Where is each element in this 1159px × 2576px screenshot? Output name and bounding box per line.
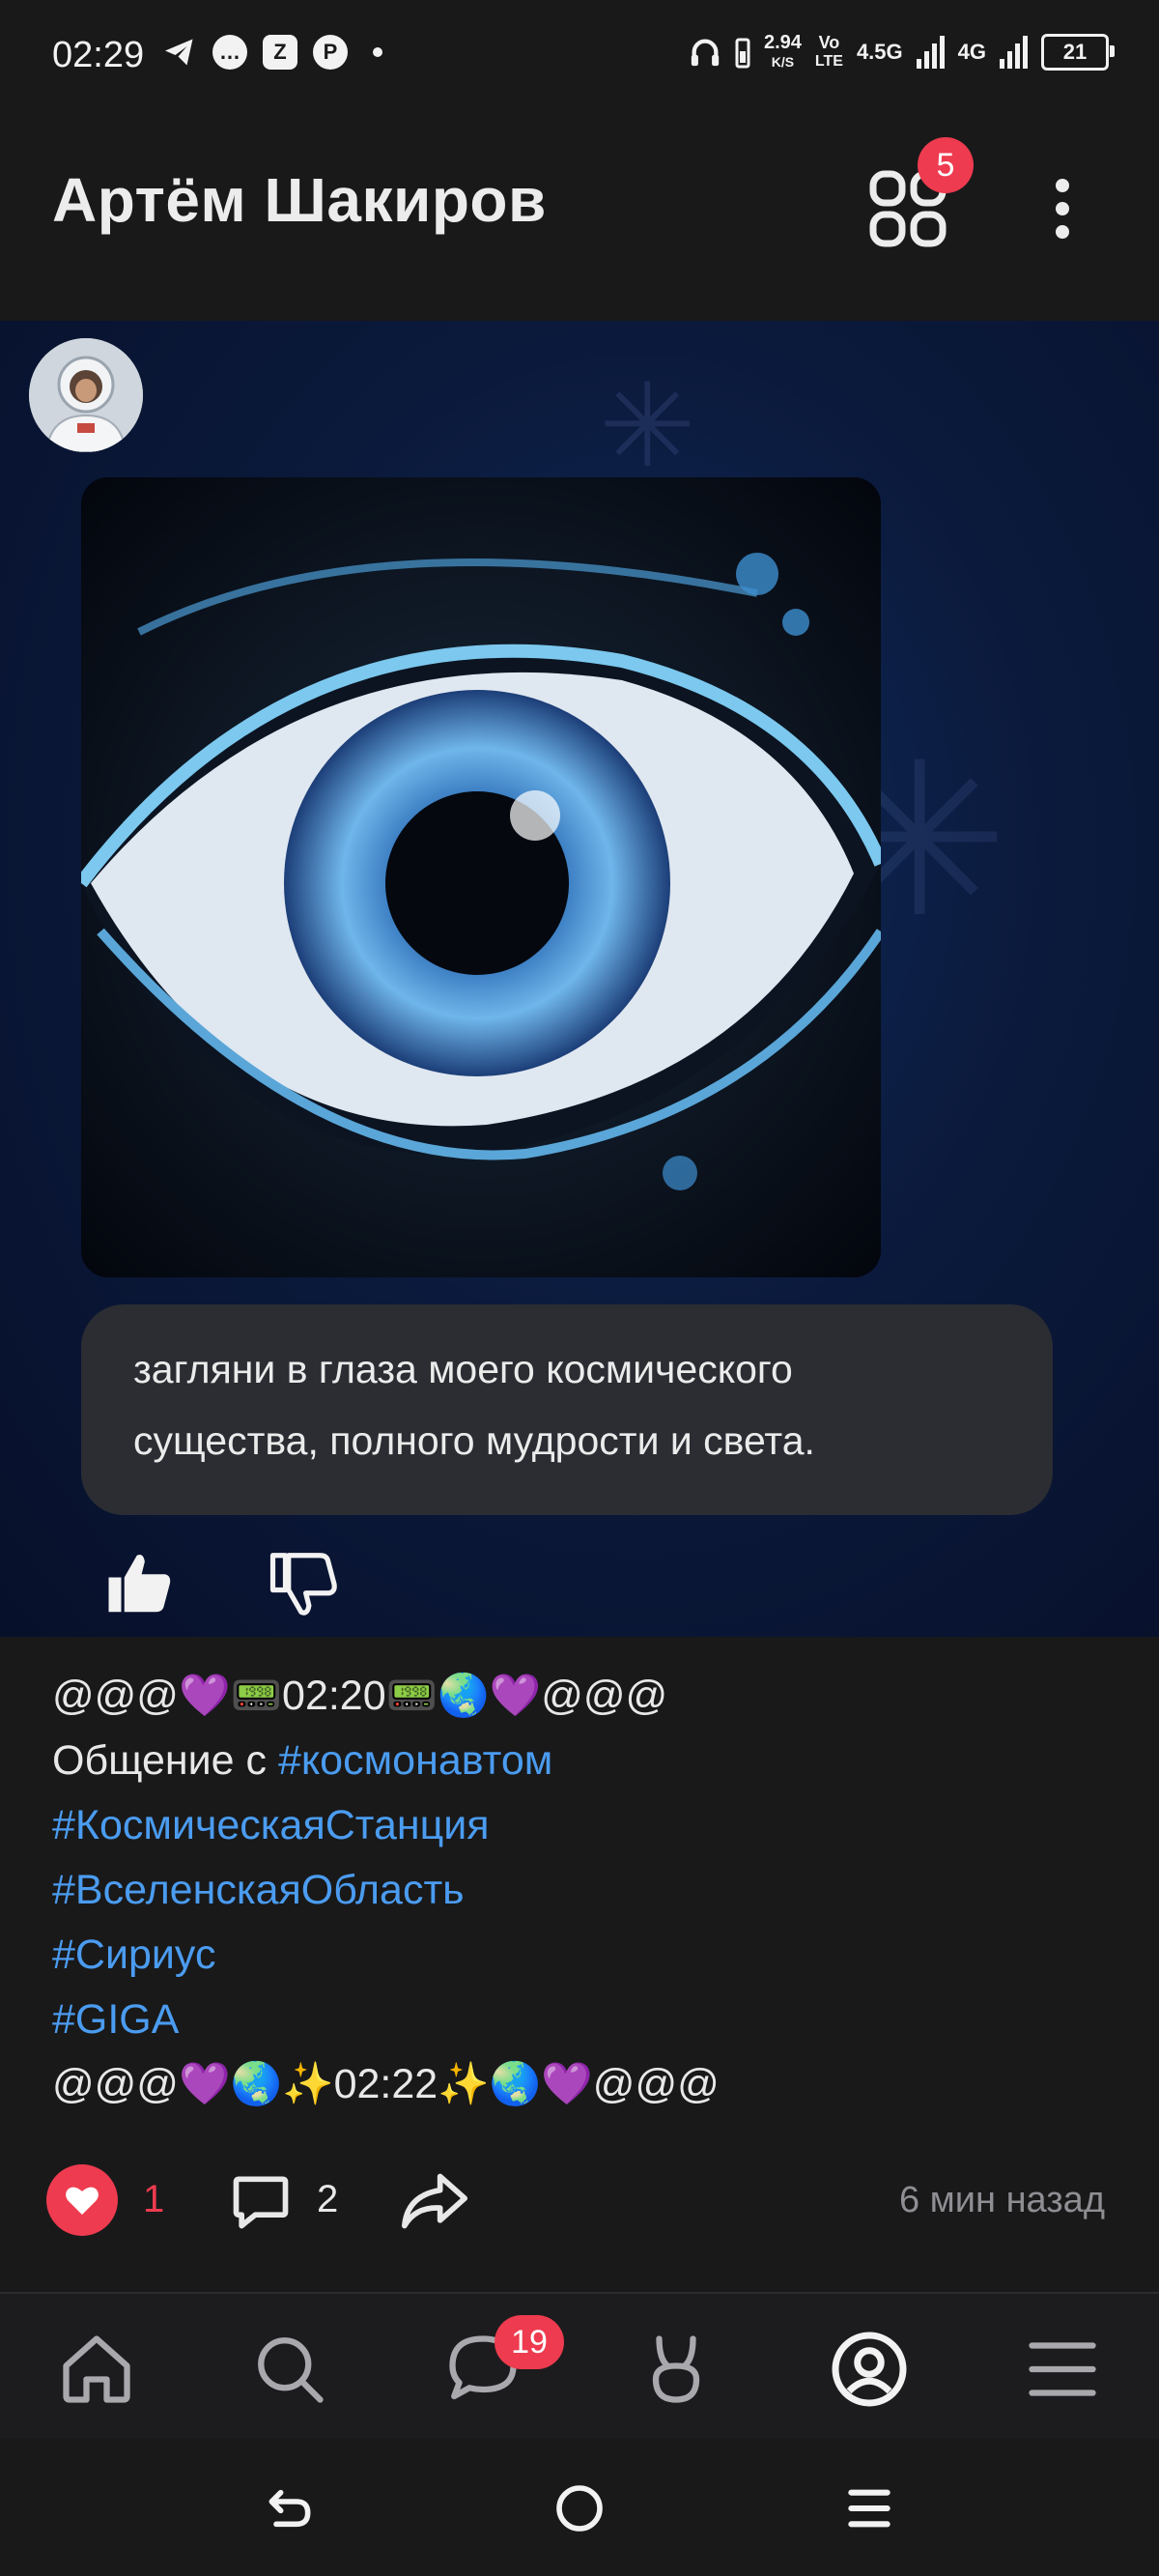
messages-badge: 19: [495, 2315, 564, 2369]
menu-icon[interactable]: [1022, 2329, 1103, 2410]
hashtag-link[interactable]: #КосмическаяСтанция: [52, 1793, 1115, 1858]
post-image[interactable]: [81, 477, 881, 1277]
system-navigation: [0, 2439, 1159, 2576]
heart-icon: [66, 2187, 99, 2215]
bottom-navigation: 19: [0, 2294, 1159, 2439]
like-count: 1: [143, 2178, 165, 2220]
net-type-2: 4G: [957, 40, 986, 64]
recents-icon[interactable]: [842, 2481, 896, 2535]
share-icon[interactable]: [398, 2168, 471, 2234]
signal-bars-1-icon: [916, 36, 945, 69]
post-timestamp: 6 мин назад: [898, 2180, 1105, 2220]
battery-indicator: 21: [1041, 34, 1115, 71]
post-line: Общение с #космонавтом: [52, 1737, 553, 1784]
pinterest-icon: P: [313, 35, 348, 70]
home-circle-icon[interactable]: [552, 2481, 607, 2535]
thumbs-down-icon[interactable]: [267, 1546, 342, 1621]
page-title: Артём Шакиров: [52, 165, 547, 235]
thumbs-up-icon[interactable]: [102, 1546, 178, 1621]
sparkle-decoration: ✳: [599, 361, 696, 491]
hashtag-link[interactable]: #ВселенскаяОбласть: [52, 1858, 1115, 1923]
message-icon: …: [212, 35, 247, 70]
hashtag-link[interactable]: #Сириус: [52, 1923, 1115, 1988]
telegram-icon: [165, 39, 193, 66]
avatar[interactable]: [29, 338, 143, 452]
status-app-icons: … Z P: [162, 35, 382, 70]
z-app-icon: Z: [263, 35, 297, 70]
status-time: 02:29: [52, 35, 145, 75]
post-line: @@@💜📟02:20📟🌏💜@@@: [52, 1673, 668, 1719]
post-text: @@@💜📟02:20📟🌏💜@@@ Общение с #космонавтом …: [52, 1664, 1115, 2117]
home-icon[interactable]: [56, 2329, 137, 2410]
like-button[interactable]: [46, 2164, 118, 2236]
services-badge: 5: [918, 137, 974, 193]
comment-count: 2: [317, 2178, 339, 2220]
signal-bars-2-icon: [1000, 36, 1028, 69]
net-speed: 2.94 K/S: [763, 32, 802, 70]
cosmic-eye-image: [81, 477, 881, 1277]
post-media-card[interactable]: ✳ ✳ загляни в глаза моего космического с…: [0, 321, 1159, 1637]
post-actions: 1 2 6 мин назад: [0, 2155, 1159, 2251]
post-caption-text: загляни в глаза моего космического сущес…: [133, 1347, 815, 1463]
search-icon[interactable]: [249, 2329, 330, 2410]
more-notifications-dot: [373, 47, 382, 57]
volte-indicator: Vo LTE: [814, 33, 843, 70]
more-vertical-icon[interactable]: [1043, 160, 1082, 257]
hashtag-link[interactable]: #GIGA: [52, 1988, 1115, 2052]
battery-saver-icon: [735, 38, 750, 69]
back-icon[interactable]: [263, 2481, 317, 2535]
post-line: @@@💜🌏✨02:22✨🌏💜@@@: [52, 2061, 720, 2107]
status-bar: 02:29 … Z P 2.94 K/S Vo LTE 4.5G 4G 21: [0, 0, 1159, 106]
status-right: 2.94 K/S Vo LTE 4.5G 4G 21: [689, 32, 1115, 72]
net-type-1: 4.5G: [856, 40, 903, 64]
profile-header: Артём Шакиров 5: [0, 116, 1159, 290]
headphones-icon: [691, 39, 720, 67]
clips-icon[interactable]: [636, 2329, 717, 2410]
comment-icon[interactable]: [228, 2168, 294, 2234]
profile-icon[interactable]: [829, 2329, 910, 2410]
astronaut-avatar-image: [29, 338, 143, 452]
hashtag-link[interactable]: #космонавтом: [278, 1737, 552, 1784]
post-caption-bubble: загляни в глаза моего космического сущес…: [81, 1304, 1053, 1515]
